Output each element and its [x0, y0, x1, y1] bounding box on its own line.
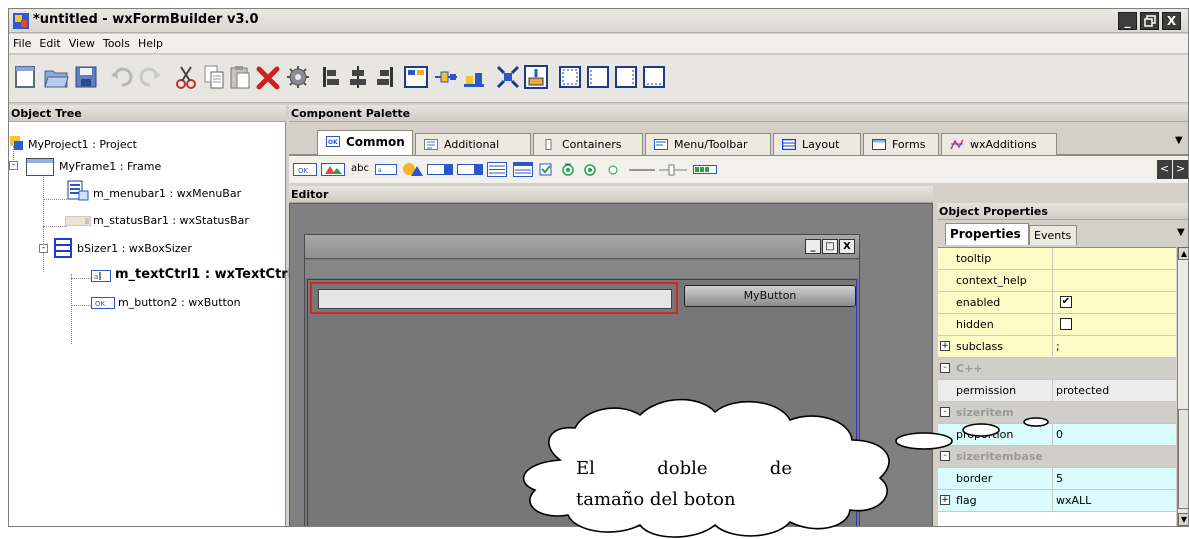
callout-text: El doble de tamaño del boton [576, 453, 792, 515]
callout-line-1: El doble de [576, 458, 792, 479]
callout-line-2: tamaño del boton [576, 489, 736, 510]
